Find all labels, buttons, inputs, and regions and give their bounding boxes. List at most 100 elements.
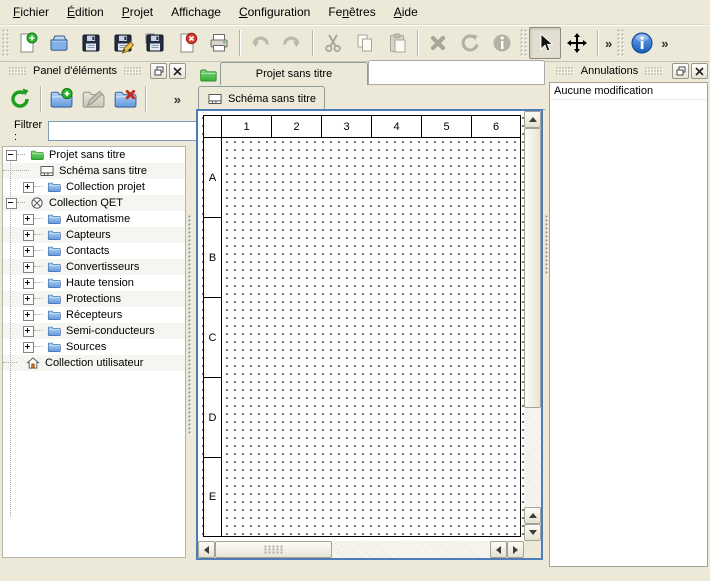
delete-category-button[interactable] [109, 83, 141, 115]
horizontal-scrollbar[interactable] [198, 541, 524, 558]
save-all-button[interactable] [139, 27, 171, 59]
open-project-button[interactable] [43, 27, 75, 59]
new-project-button[interactable] [11, 27, 43, 59]
expand-expander[interactable] [23, 294, 34, 305]
toolbar-drag-handle[interactable] [617, 29, 624, 57]
toolbar-separator [597, 30, 598, 56]
blue-folder-icon [45, 212, 63, 226]
scroll-left-button-right[interactable] [490, 541, 507, 558]
close-panel-button[interactable] [169, 63, 186, 79]
tree-item-recepteurs[interactable]: Récepteurs [3, 307, 185, 323]
tree-item-collection-utilisateur[interactable]: Collection utilisateur [3, 355, 185, 371]
project-tab[interactable]: Projet sans titre [220, 62, 368, 85]
panel-toolbar-overflow-button[interactable]: » [171, 92, 184, 107]
tree-item-schema[interactable]: Schéma sans titre [3, 163, 185, 179]
horizontal-scroll-thumb[interactable] [215, 541, 332, 558]
tree-item-label: Collection projet [66, 181, 145, 193]
expand-expander[interactable] [23, 230, 34, 241]
tree-item-label: Capteurs [66, 229, 111, 241]
tree-item-haute-tension[interactable]: Haute tension [3, 275, 185, 291]
toolbar-overflow-button[interactable]: » [658, 36, 671, 51]
select-mode-button[interactable] [529, 27, 561, 59]
save-button[interactable] [75, 27, 107, 59]
expand-expander[interactable] [23, 342, 34, 353]
expand-expander[interactable] [23, 278, 34, 289]
scrollbar-corner [524, 541, 541, 558]
filter-input[interactable] [48, 121, 198, 141]
menu-configuration[interactable]: Configuration [230, 3, 319, 21]
paste-button[interactable] [381, 27, 413, 59]
undo-panel-titlebar[interactable]: Annulations [549, 62, 708, 80]
left-splitter-handle[interactable] [188, 215, 192, 435]
blue-folder-icon [45, 244, 63, 258]
qelectrotech-window: { "menu": { "items": [ {"pre":"","key":"… [0, 0, 710, 581]
collapse-expander[interactable] [6, 198, 17, 209]
tree-item-protections[interactable]: Protections [3, 291, 185, 307]
right-splitter-handle[interactable] [545, 215, 548, 275]
toolbar-drag-handle[interactable] [520, 29, 527, 57]
expand-expander[interactable] [23, 310, 34, 321]
menu-fenetres[interactable]: Fenêtres [319, 3, 384, 21]
expand-expander[interactable] [23, 246, 34, 257]
reload-collections-button[interactable] [4, 83, 36, 115]
print-button[interactable] [203, 27, 235, 59]
edit-category-button[interactable] [77, 83, 109, 115]
pan-mode-button[interactable] [561, 27, 593, 59]
vertical-scrollbar[interactable] [524, 111, 541, 541]
tree-item-sources[interactable]: Sources [3, 339, 185, 355]
close-file-button[interactable] [171, 27, 203, 59]
float-panel-button[interactable] [672, 63, 689, 79]
scissors-icon [322, 32, 344, 54]
vertical-scroll-thumb[interactable] [524, 128, 541, 408]
menu-affichage[interactable]: Affichage [162, 3, 230, 21]
rotate-button[interactable] [454, 27, 486, 59]
tree-item-convertisseurs[interactable]: Convertisseurs [3, 259, 185, 275]
menu-projet[interactable]: Projet [113, 3, 162, 21]
tree-item-semi-conducteurs[interactable]: Semi-conducteurs [3, 323, 185, 339]
scroll-left-button[interactable] [198, 541, 215, 558]
schema-tab[interactable]: Schéma sans titre [198, 86, 325, 110]
scroll-up-button-bottom[interactable] [524, 507, 541, 524]
copy-button[interactable] [349, 27, 381, 59]
scroll-up-button[interactable] [524, 111, 541, 128]
save-as-button[interactable] [107, 27, 139, 59]
expand-expander[interactable] [23, 262, 34, 273]
about-info-button[interactable] [626, 27, 658, 59]
collapse-expander[interactable] [6, 150, 17, 161]
tree-item-collection-projet[interactable]: Collection projet [3, 179, 185, 195]
save-all-icon [144, 32, 166, 54]
dock-texture [124, 67, 141, 75]
close-panel-button[interactable] [691, 63, 708, 79]
new-category-button[interactable] [45, 83, 77, 115]
schema-view[interactable]: 1 2 3 4 5 6 A B C D E [196, 109, 543, 560]
float-panel-button[interactable] [150, 63, 167, 79]
redo-button[interactable] [276, 27, 308, 59]
elements-panel-titlebar[interactable]: Panel d'éléments [2, 62, 186, 80]
expand-expander[interactable] [23, 214, 34, 225]
info-gray-icon [491, 32, 513, 54]
tree-item-automatisme[interactable]: Automatisme [3, 211, 185, 227]
tree-item-collection-qet[interactable]: Collection QET [3, 195, 185, 211]
schema-canvas[interactable]: 1 2 3 4 5 6 A B C D E [198, 111, 524, 541]
tree-item-contacts[interactable]: Contacts [3, 243, 185, 259]
undo-history-list[interactable]: Aucune modification [549, 82, 708, 567]
expand-expander[interactable] [23, 326, 34, 337]
scroll-right-button[interactable] [507, 541, 524, 558]
tree-item-project[interactable]: Projet sans titre [3, 147, 185, 163]
toolbar-overflow-button[interactable]: » [602, 36, 615, 51]
expand-expander[interactable] [23, 182, 34, 193]
tree-item-capteurs[interactable]: Capteurs [3, 227, 185, 243]
main-toolbar: » » [0, 25, 710, 62]
scroll-down-button[interactable] [524, 524, 541, 541]
toolbar-drag-handle[interactable] [2, 29, 9, 57]
element-info-button[interactable] [486, 27, 518, 59]
menu-edition[interactable]: Édition [58, 3, 113, 21]
undo-button[interactable] [244, 27, 276, 59]
menu-fichier[interactable]: Fichier [4, 3, 58, 21]
frame-corner-cell [204, 116, 222, 138]
cut-button[interactable] [317, 27, 349, 59]
delete-button[interactable] [422, 27, 454, 59]
toolbar-separator [40, 86, 41, 112]
undo-list-item[interactable]: Aucune modification [550, 83, 707, 100]
menu-aide[interactable]: Aide [385, 3, 427, 21]
